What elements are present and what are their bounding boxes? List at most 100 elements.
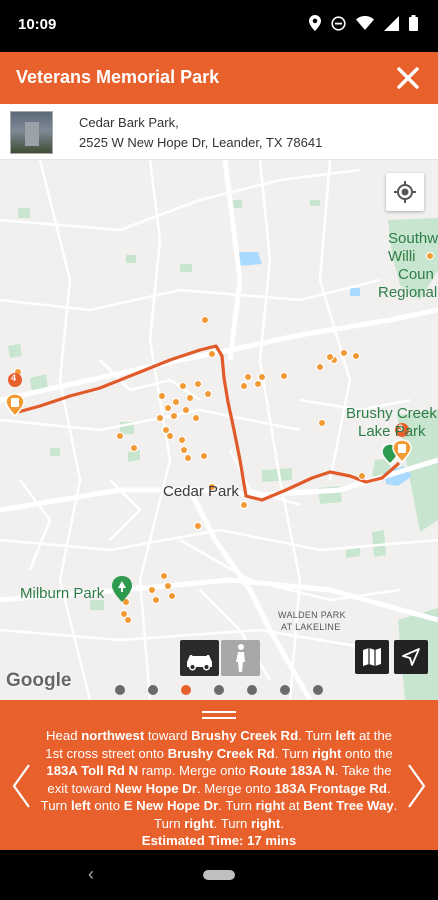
battery-icon bbox=[409, 15, 418, 34]
poi-marker[interactable] bbox=[194, 522, 202, 530]
poi-marker[interactable] bbox=[170, 412, 178, 420]
poi-marker[interactable] bbox=[240, 382, 248, 390]
label-county: Coun bbox=[398, 266, 434, 283]
direction-text: ramp. Merge onto bbox=[137, 763, 250, 778]
next-button[interactable] bbox=[406, 763, 428, 809]
direction-text: onto the bbox=[341, 745, 393, 761]
label-regional: Regional bbox=[378, 284, 438, 301]
back-icon[interactable]: ‹ bbox=[88, 864, 94, 885]
direction-keyword: Route 183A N bbox=[249, 763, 335, 778]
direction-keyword: northwest bbox=[81, 728, 145, 743]
navigation-arrow-icon bbox=[402, 648, 420, 666]
directions-steps: Head northwest toward Brushy Creek Rd. T… bbox=[41, 728, 398, 831]
poi-marker[interactable] bbox=[179, 382, 187, 390]
cellular-signal-icon bbox=[384, 15, 399, 34]
poi-marker[interactable] bbox=[280, 372, 288, 380]
map-type-button[interactable] bbox=[355, 640, 389, 674]
chevron-right-icon bbox=[408, 764, 426, 808]
previous-button[interactable] bbox=[10, 763, 32, 809]
map-view[interactable]: 4 3 Southw Willi Coun Regional Brushy Cr… bbox=[0, 160, 438, 700]
label-williamson: Willi bbox=[388, 248, 416, 265]
direction-text: onto bbox=[90, 798, 124, 813]
poi-marker[interactable] bbox=[130, 444, 138, 452]
poi-marker[interactable] bbox=[186, 394, 194, 402]
driving-mode-button[interactable] bbox=[180, 640, 219, 676]
poi-marker[interactable] bbox=[326, 353, 334, 361]
poi-marker[interactable] bbox=[164, 404, 172, 412]
page-dot[interactable] bbox=[247, 685, 257, 695]
label-walden-park: WALDEN PARK bbox=[278, 610, 346, 620]
poi-marker[interactable] bbox=[164, 582, 172, 590]
poi-marker[interactable] bbox=[152, 596, 160, 604]
walking-mode-button[interactable] bbox=[221, 640, 260, 676]
poi-marker[interactable] bbox=[204, 390, 212, 398]
direction-text: at bbox=[284, 798, 304, 813]
poi-marker[interactable] bbox=[192, 414, 200, 422]
poi-marker[interactable] bbox=[194, 380, 202, 388]
direction-keyword: Bent Tree Way bbox=[303, 798, 394, 813]
car-icon bbox=[187, 652, 212, 671]
directions-text: Head northwest toward Brushy Creek Rd. T… bbox=[38, 727, 400, 850]
poi-marker[interactable] bbox=[240, 501, 248, 509]
poi-marker[interactable] bbox=[116, 432, 124, 440]
direction-text: . Turn bbox=[298, 728, 336, 743]
page-dot[interactable] bbox=[313, 685, 323, 695]
poi-marker[interactable] bbox=[148, 586, 156, 594]
drag-handle[interactable] bbox=[202, 711, 236, 721]
poi-marker[interactable] bbox=[318, 419, 326, 427]
poi-marker[interactable] bbox=[172, 398, 180, 406]
label-milburn-park: Milburn Park bbox=[20, 585, 105, 602]
page-dot[interactable] bbox=[148, 685, 158, 695]
direction-keyword: right bbox=[184, 815, 214, 831]
poi-marker[interactable] bbox=[184, 454, 192, 462]
close-icon bbox=[397, 67, 419, 89]
poi-marker[interactable] bbox=[200, 452, 208, 460]
poi-marker[interactable] bbox=[158, 392, 166, 400]
page-dot-active[interactable] bbox=[181, 685, 191, 695]
map-icon bbox=[363, 648, 381, 666]
poi-marker[interactable] bbox=[208, 350, 216, 358]
direction-keyword: New Hope Dr bbox=[114, 780, 197, 796]
location-icon bbox=[309, 15, 321, 34]
poi-marker[interactable] bbox=[182, 406, 190, 414]
direction-keyword: E New Hope Dr bbox=[123, 798, 219, 813]
poi-marker[interactable] bbox=[340, 349, 348, 357]
page-dot[interactable] bbox=[115, 685, 125, 695]
chevron-left-icon bbox=[12, 764, 30, 808]
page-dot[interactable] bbox=[280, 685, 290, 695]
label-lake-park: Lake Park bbox=[358, 423, 426, 440]
poi-marker[interactable] bbox=[352, 352, 360, 360]
poi-marker[interactable] bbox=[426, 252, 434, 260]
direction-text: . Turn bbox=[274, 745, 313, 761]
direction-keyword: right bbox=[255, 798, 285, 813]
poi-marker[interactable] bbox=[201, 316, 209, 324]
close-button[interactable] bbox=[390, 60, 426, 96]
poi-marker[interactable] bbox=[316, 363, 324, 371]
poi-marker[interactable] bbox=[254, 380, 262, 388]
poi-marker[interactable] bbox=[156, 414, 164, 422]
directions-panel: Head northwest toward Brushy Creek Rd. T… bbox=[0, 700, 438, 850]
destination-address: 2525 W New Hope Dr, Leander, TX 78641 bbox=[79, 135, 323, 150]
direction-text: toward bbox=[144, 728, 192, 743]
wifi-icon bbox=[356, 16, 374, 33]
direction-text: . Turn bbox=[218, 798, 256, 813]
label-southwest: Southw bbox=[388, 230, 438, 247]
poi-marker[interactable] bbox=[178, 436, 186, 444]
page-dot[interactable] bbox=[214, 685, 224, 695]
poi-marker[interactable] bbox=[160, 572, 168, 580]
poi-marker[interactable] bbox=[358, 472, 366, 480]
poi-marker[interactable] bbox=[124, 616, 132, 624]
marker-start[interactable]: 4 bbox=[4, 372, 28, 420]
poi-marker[interactable] bbox=[168, 592, 176, 600]
label-brushy-creek: Brushy Creek bbox=[346, 405, 437, 422]
poi-marker[interactable] bbox=[166, 432, 174, 440]
poi-marker[interactable] bbox=[180, 446, 188, 454]
poi-marker[interactable] bbox=[244, 373, 252, 381]
direction-text: . bbox=[280, 815, 284, 831]
my-location-button[interactable] bbox=[386, 173, 424, 211]
destination-thumbnail bbox=[10, 111, 53, 154]
navigate-button[interactable] bbox=[394, 640, 428, 674]
home-pill[interactable] bbox=[203, 870, 235, 880]
milburn-park-pin bbox=[111, 576, 133, 602]
system-nav-bar: ‹ bbox=[0, 850, 438, 900]
